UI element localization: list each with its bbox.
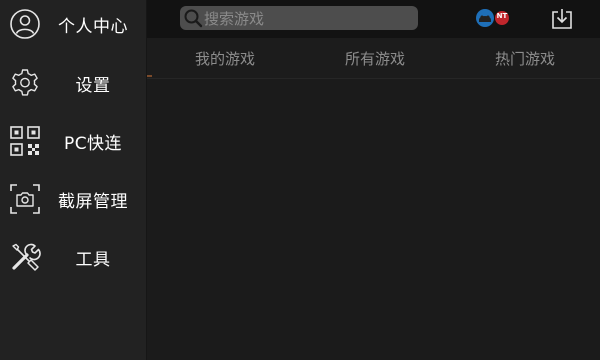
game-list-area <box>147 79 600 360</box>
search-placeholder: 搜索游戏 <box>204 9 265 28</box>
qr-code-icon <box>8 124 42 158</box>
sidebar-item-label: PC快连 <box>63 133 123 154</box>
tab-indicator <box>147 75 152 77</box>
sidebar-item-tools[interactable]: 工具 <box>0 228 146 286</box>
search-input[interactable]: 搜索游戏 <box>180 6 418 30</box>
tab-label: 热门游戏 <box>494 49 555 68</box>
sidebar-item-pc-connect[interactable]: PC快连 <box>0 112 146 170</box>
tab-hot-games[interactable]: 热门游戏 <box>465 38 585 78</box>
gear-icon <box>8 66 42 100</box>
top-bar: 搜索游戏 NT <box>147 0 600 38</box>
tab-my-games[interactable]: 我的游戏 <box>165 38 285 78</box>
nt-accelerator-button[interactable]: NT <box>475 8 515 28</box>
sidebar-item-label: 截屏管理 <box>58 191 128 212</box>
tab-label: 所有游戏 <box>344 49 405 68</box>
tab-all-games[interactable]: 所有游戏 <box>315 38 435 78</box>
search-icon <box>182 7 204 29</box>
camera-icon <box>8 182 42 216</box>
sidebar-item-label: 设置 <box>75 75 111 96</box>
sidebar-item-label: 个人中心 <box>58 16 128 37</box>
nt-badge-text: NT <box>496 12 508 20</box>
sidebar-item-personal-center[interactable]: 个人中心 <box>0 0 146 53</box>
game-tabs: 我的游戏 所有游戏 热门游戏 <box>147 38 600 79</box>
sidebar-item-screenshot-management[interactable]: 截屏管理 <box>0 170 146 228</box>
sidebar: 个人中心 设置 PC快连 截屏管理 工具 <box>0 0 147 360</box>
app-window: 个人中心 设置 PC快连 截屏管理 工具 搜索游戏 NT 我的游戏 所有游戏 热… <box>0 0 600 360</box>
download-icon <box>550 7 574 31</box>
sidebar-item-label: 工具 <box>75 249 111 270</box>
sidebar-item-settings[interactable]: 设置 <box>0 54 146 112</box>
tab-label: 我的游戏 <box>194 49 255 68</box>
download-button[interactable] <box>549 6 575 32</box>
user-icon <box>8 7 42 41</box>
tools-icon <box>8 240 42 274</box>
